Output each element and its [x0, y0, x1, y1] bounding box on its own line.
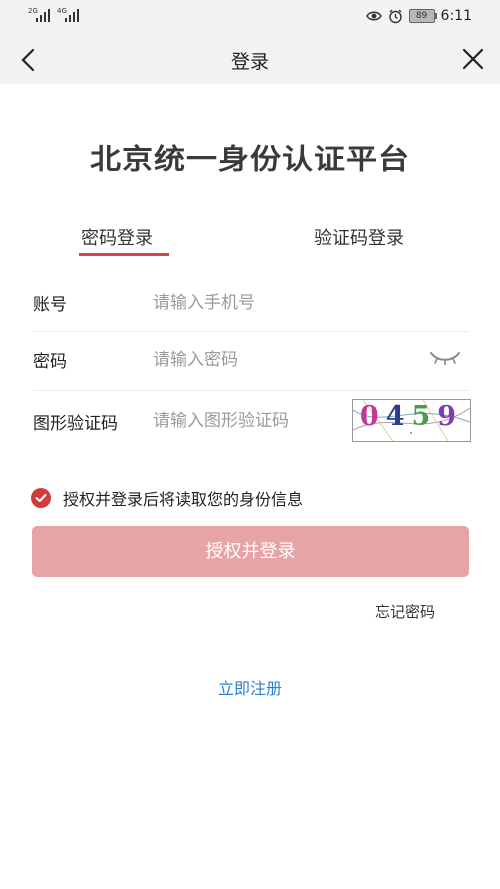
captcha-label: 图形验证码 — [33, 414, 118, 434]
tab-password-login[interactable]: 密码登录 — [81, 224, 153, 250]
register-link[interactable]: 立即注册 — [0, 675, 500, 699]
captcha-image[interactable]: 0459 — [352, 399, 471, 442]
clock-time: 6:11 — [440, 8, 472, 24]
status-right: 89 6:11 — [365, 6, 472, 26]
captcha-text: 0459 — [359, 401, 464, 432]
agreement-text: 授权并登录后将读取您的身份信息 — [63, 490, 304, 509]
platform-title: 北京统一身份认证平台 — [90, 143, 410, 175]
battery-icon: 89 — [408, 9, 437, 23]
password-label: 密码 — [33, 352, 67, 372]
status-bar: 2G 4G 89 6:11 — [0, 0, 500, 34]
signal-icon — [36, 8, 52, 22]
back-button[interactable] — [14, 46, 44, 74]
captcha-row: 图形验证码 0459 — [33, 399, 471, 443]
active-tab-indicator — [79, 253, 169, 256]
close-button[interactable] — [458, 46, 488, 74]
divider — [33, 390, 469, 391]
alarm-icon — [388, 9, 402, 23]
page-title: 登录 — [230, 51, 269, 73]
tab-sms-login[interactable]: 验证码登录 — [314, 224, 404, 250]
eye-closed-icon[interactable] — [429, 349, 461, 365]
close-icon — [462, 48, 484, 70]
password-input[interactable] — [153, 347, 413, 373]
captcha-input[interactable] — [153, 408, 343, 434]
agreement-checkbox[interactable] — [31, 488, 51, 508]
forgot-password-link[interactable]: 忘记密码 — [375, 601, 435, 622]
chevron-left-icon — [21, 48, 35, 72]
submit-button[interactable]: 授权并登录 — [32, 526, 469, 577]
account-input[interactable] — [153, 290, 453, 316]
account-label: 账号 — [33, 295, 67, 315]
check-icon — [35, 494, 47, 502]
eye-icon — [365, 11, 382, 21]
password-row: 密码 — [33, 331, 469, 389]
signal-icon — [65, 8, 81, 22]
account-row: 账号 — [33, 274, 469, 332]
nav-bar: 登录 — [0, 34, 500, 84]
